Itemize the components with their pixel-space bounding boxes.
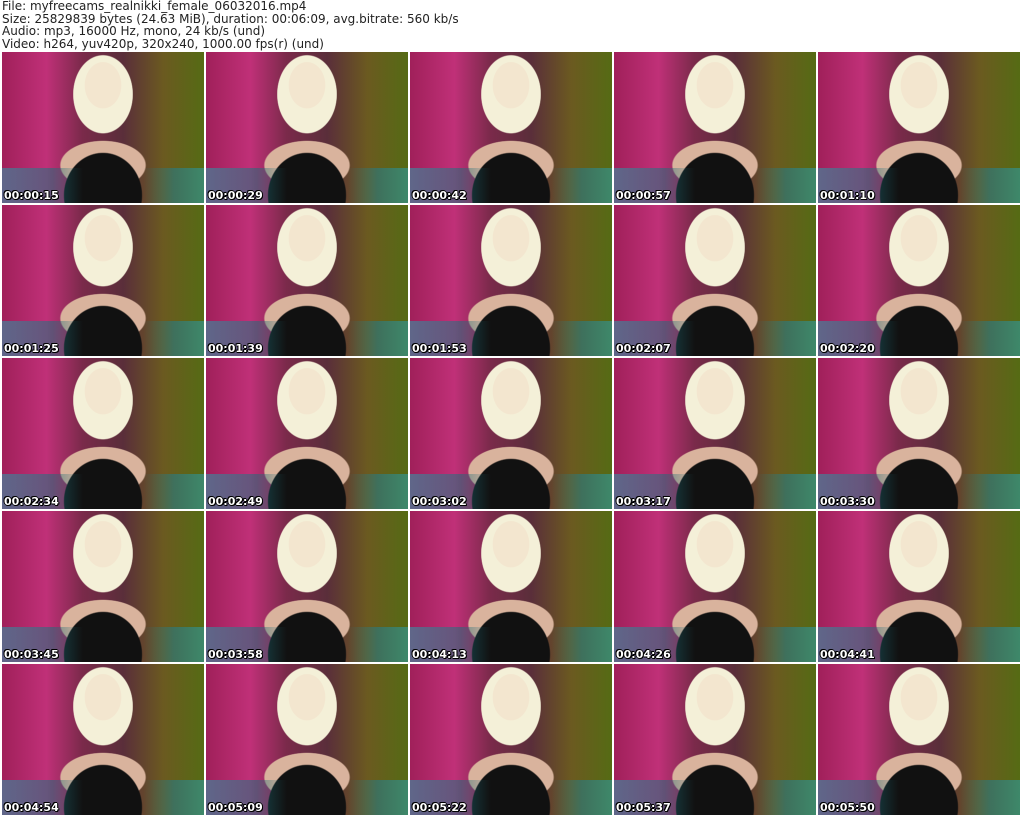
video-thumbnail: 00:02:34 — [2, 358, 204, 509]
video-info: Video: h264, yuv420p, 320x240, 1000.00 f… — [2, 36, 324, 51]
video-thumbnail: 00:01:39 — [206, 205, 408, 356]
thumbnail-timestamp: 00:00:57 — [616, 189, 671, 202]
thumbnail-timestamp: 00:01:25 — [4, 342, 59, 355]
thumbnail-timestamp: 00:04:13 — [412, 648, 467, 661]
video-thumbnail: 00:04:41 — [818, 511, 1020, 662]
thumbnail-timestamp: 00:03:30 — [820, 495, 875, 508]
thumbnail-timestamp: 00:02:49 — [208, 495, 263, 508]
video-thumbnail: 00:00:57 — [614, 52, 816, 203]
thumbnail-timestamp: 00:00:29 — [208, 189, 263, 202]
file-info-header: File: myfreecams_realnikki_female_060320… — [2, 0, 459, 50]
video-thumbnail: 00:04:26 — [614, 511, 816, 662]
video-thumbnail: 00:05:22 — [410, 664, 612, 815]
video-thumbnail: 00:02:49 — [206, 358, 408, 509]
audio-info: Audio: mp3, 16000 Hz, mono, 24 kb/s (und… — [2, 24, 266, 38]
thumbnail-timestamp: 00:01:39 — [208, 342, 263, 355]
thumbnail-timestamp: 00:00:15 — [4, 189, 59, 202]
thumbnail-timestamp: 00:03:02 — [412, 495, 467, 508]
thumbnail-timestamp: 00:05:37 — [616, 801, 671, 814]
video-thumbnail: 00:03:45 — [2, 511, 204, 662]
thumbnail-timestamp: 00:04:54 — [4, 801, 59, 814]
thumbnail-timestamp: 00:01:53 — [412, 342, 467, 355]
thumbnail-timestamp: 00:04:41 — [820, 648, 875, 661]
thumbnail-timestamp: 00:02:07 — [616, 342, 671, 355]
thumbnail-timestamp: 00:05:09 — [208, 801, 263, 814]
thumbnail-timestamp: 00:02:20 — [820, 342, 875, 355]
video-thumbnail: 00:05:37 — [614, 664, 816, 815]
thumbnail-timestamp: 00:05:22 — [412, 801, 467, 814]
video-thumbnail: 00:01:10 — [818, 52, 1020, 203]
video-thumbnail: 00:02:07 — [614, 205, 816, 356]
thumbnail-timestamp: 00:02:34 — [4, 495, 59, 508]
video-thumbnail: 00:00:15 — [2, 52, 204, 203]
video-thumbnail: 00:03:58 — [206, 511, 408, 662]
thumbnail-timestamp: 00:03:58 — [208, 648, 263, 661]
video-thumbnail: 00:03:30 — [818, 358, 1020, 509]
video-thumbnail: 00:03:17 — [614, 358, 816, 509]
thumbnail-timestamp: 00:04:26 — [616, 648, 671, 661]
thumbnail-grid: 00:00:15 00:00:29 00:00:42 00:00:57 00:01:10… — [2, 52, 1020, 815]
video-thumbnail: 00:00:29 — [206, 52, 408, 203]
video-thumbnail: 00:05:09 — [206, 664, 408, 815]
thumbnail-timestamp: 00:03:45 — [4, 648, 59, 661]
file-name: File: myfreecams_realnikki_female_060320… — [2, 0, 307, 13]
video-thumbnail: 00:01:25 — [2, 205, 204, 356]
video-thumbnail: 00:02:20 — [818, 205, 1020, 356]
video-thumbnail: 00:04:54 — [2, 664, 204, 815]
thumbnail-timestamp: 00:01:10 — [820, 189, 875, 202]
thumbnail-timestamp: 00:00:42 — [412, 189, 467, 202]
video-thumbnail: 00:01:53 — [410, 205, 612, 356]
video-thumbnail: 00:05:50 — [818, 664, 1020, 815]
thumbnail-timestamp: 00:03:17 — [616, 495, 671, 508]
video-thumbnail: 00:00:42 — [410, 52, 612, 203]
video-thumbnail: 00:04:13 — [410, 511, 612, 662]
video-thumbnail: 00:03:02 — [410, 358, 612, 509]
thumbnail-timestamp: 00:05:50 — [820, 801, 875, 814]
